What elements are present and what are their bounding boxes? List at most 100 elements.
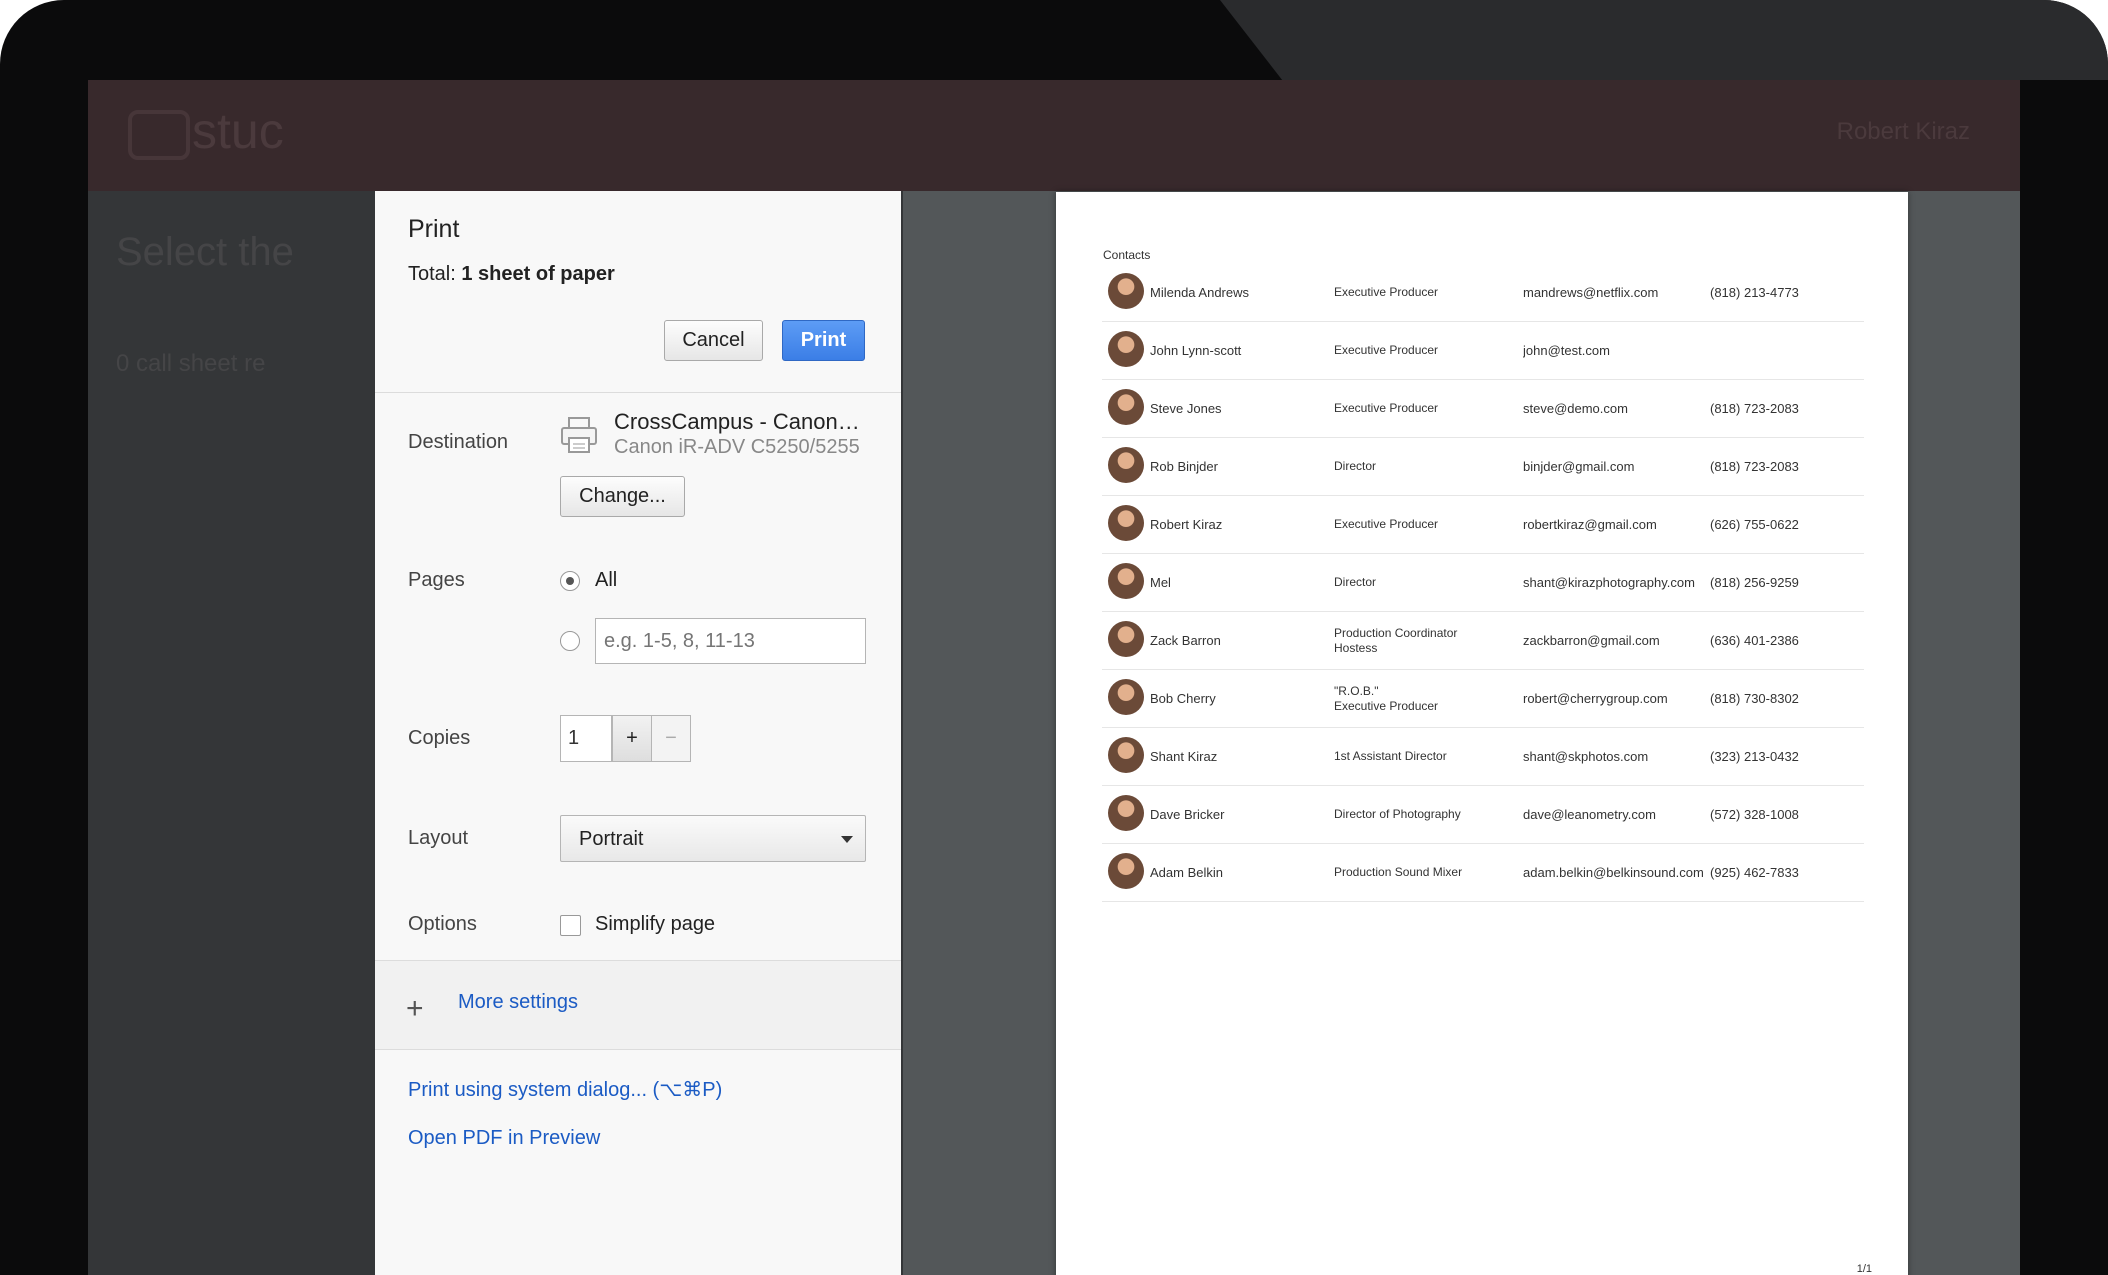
total-value: 1 sheet of paper [461, 263, 615, 285]
copies-input[interactable]: 1 [560, 715, 612, 762]
contact-role-text: Director [1334, 459, 1377, 473]
pages-all-radio[interactable] [560, 571, 580, 591]
simplify-page-label: Simplify page [595, 913, 716, 935]
contact-role-text: Director [1334, 575, 1377, 589]
contact-email: shant@kirazphotography.com [1523, 554, 1705, 611]
contact-email-text: steve@demo.com [1523, 401, 1628, 416]
contact-role: Production Coordinator Hostess [1334, 612, 1514, 669]
destination-name: CrossCampus - Canon iR-ADV C5250/5255 [614, 409, 864, 434]
change-destination-button[interactable]: Change... [560, 476, 685, 517]
preview-page: Contacts Milenda Andrews Executive Produc… [1056, 192, 1908, 1275]
more-settings-row[interactable] [375, 961, 901, 1049]
contact-row: Shant Kiraz 1st Assistant Director shant@s… [1102, 728, 1864, 786]
chat-bubble-icon [128, 110, 190, 160]
copies-label: Copies [408, 727, 471, 749]
contact-role-text: Production Sound Mixer [1334, 865, 1463, 879]
contact-phone-text: (323) 213-0432 [1710, 749, 1799, 764]
contact-phone: (818) 730-8302 [1710, 670, 1860, 727]
avatar [1108, 853, 1144, 889]
contact-role-text: "R.O.B." Executive Producer [1334, 683, 1439, 713]
contact-name-text: Bob Cherry [1150, 691, 1216, 706]
copies-decrement-button[interactable]: − [651, 715, 691, 762]
contact-phone: (925) 462-7833 [1710, 844, 1860, 901]
contact-row: John Lynn-scott Executive Producer john@te… [1102, 322, 1864, 380]
contact-role: Director [1334, 554, 1514, 611]
contact-name: Milenda Andrews [1150, 264, 1325, 321]
contact-role: 1st Assistant Director [1334, 728, 1514, 785]
contact-phone: (572) 328-1008 [1710, 786, 1860, 843]
contact-email: john@test.com [1523, 322, 1705, 379]
screen: stuc Robert Kiraz Select the 0 call shee… [88, 80, 2020, 1275]
contact-email-text: robertkiraz@gmail.com [1523, 517, 1657, 532]
contact-phone-text: (818) 723-2083 [1710, 401, 1799, 416]
contact-role-text: Director of Photography [1334, 807, 1461, 821]
bezel-glare [1220, 0, 2108, 80]
contact-row: Milenda Andrews Executive Producer mandrew… [1102, 264, 1864, 322]
contact-name-text: Steve Jones [1150, 401, 1222, 416]
total-summary: Total: 1 sheet of paper [408, 263, 615, 286]
cancel-button[interactable]: Cancel [664, 320, 763, 361]
contact-role: Executive Producer [1334, 264, 1514, 321]
pages-custom-radio[interactable] [560, 631, 580, 651]
avatar [1108, 505, 1144, 541]
contact-row: Robert Kiraz Executive Producer robertkira… [1102, 496, 1864, 554]
total-label: Total: [408, 263, 456, 285]
contact-name-text: Shant Kiraz [1150, 749, 1218, 764]
contact-role: Director [1334, 438, 1514, 495]
contact-phone: (818) 723-2083 [1710, 380, 1860, 437]
contact-row: Mel Director shant@kirazphotography.com (81… [1102, 554, 1864, 612]
copies-increment-button[interactable]: + [612, 715, 652, 762]
layout-select[interactable]: Portrait [560, 815, 866, 862]
contact-phone: (323) 213-0432 [1710, 728, 1860, 785]
dialog-title: Print [408, 215, 460, 243]
layout-select-value: Portrait [579, 828, 644, 850]
contact-name-text: Milenda Andrews [1150, 285, 1249, 300]
contact-name: Dave Bricker [1150, 786, 1325, 843]
contact-name: Steve Jones [1150, 380, 1325, 437]
destination-model: Canon iR-ADV C5250/5255 [614, 436, 860, 458]
page-number: 1/1 [1856, 1263, 1872, 1275]
contact-email: robertkiraz@gmail.com [1523, 496, 1705, 553]
contact-name-text: Robert Kiraz [1150, 517, 1223, 532]
divider [375, 392, 901, 393]
contact-phone-text: (636) 401-2386 [1710, 633, 1799, 648]
system-dialog-link[interactable]: Print using system dialog... (⌥⌘P) [408, 1077, 722, 1102]
contact-row: Rob Binjder Director binjder@gmail.com (818… [1102, 438, 1864, 496]
simplify-page-checkbox[interactable] [560, 915, 581, 936]
contact-phone [1710, 322, 1860, 379]
app-logo-text: stuc [192, 103, 284, 159]
contact-name-text: Adam Belkin [1150, 865, 1223, 880]
chevron-down-icon [841, 836, 853, 843]
contact-name-text: John Lynn-scott [1150, 343, 1242, 358]
contact-name: Zack Barron [1150, 612, 1325, 669]
contact-email-text: shant@kirazphotography.com [1523, 575, 1695, 590]
contact-role: Director of Photography [1334, 786, 1514, 843]
contact-phone: (818) 213-4773 [1710, 264, 1860, 321]
contact-email: shant@skphotos.com [1523, 728, 1705, 785]
app-heading: Select the [116, 230, 294, 274]
contact-email-text: binjder@gmail.com [1523, 459, 1635, 474]
contact-name: Adam Belkin [1150, 844, 1325, 901]
avatar [1108, 679, 1144, 715]
contact-role-text: Production Coordinator Hostess [1334, 625, 1458, 655]
open-pdf-link[interactable]: Open PDF in Preview [408, 1127, 600, 1150]
contact-email: robert@cherrygroup.com [1523, 670, 1705, 727]
more-settings-link[interactable]: More settings [458, 991, 578, 1014]
contacts-title: Contacts [1103, 248, 1151, 262]
contact-row: Steve Jones Executive Producer steve@demo.… [1102, 380, 1864, 438]
contact-role-text: 1st Assistant Director [1334, 749, 1447, 763]
pages-label: Pages [408, 569, 465, 591]
contact-email-text: shant@skphotos.com [1523, 749, 1649, 764]
print-button[interactable]: Print [782, 320, 865, 361]
avatar [1108, 621, 1144, 657]
contact-email: binjder@gmail.com [1523, 438, 1705, 495]
pages-range-input[interactable] [595, 618, 866, 664]
divider [375, 1049, 901, 1050]
app-header: stuc Robert Kiraz [88, 80, 2020, 191]
contact-name: Rob Binjder [1150, 438, 1325, 495]
options-label: Options [408, 913, 477, 935]
contact-email: dave@leanometry.com [1523, 786, 1705, 843]
plus-icon[interactable]: + [406, 994, 424, 1024]
contact-email-text: mandrews@netflix.com [1523, 285, 1659, 300]
avatar [1108, 737, 1144, 773]
